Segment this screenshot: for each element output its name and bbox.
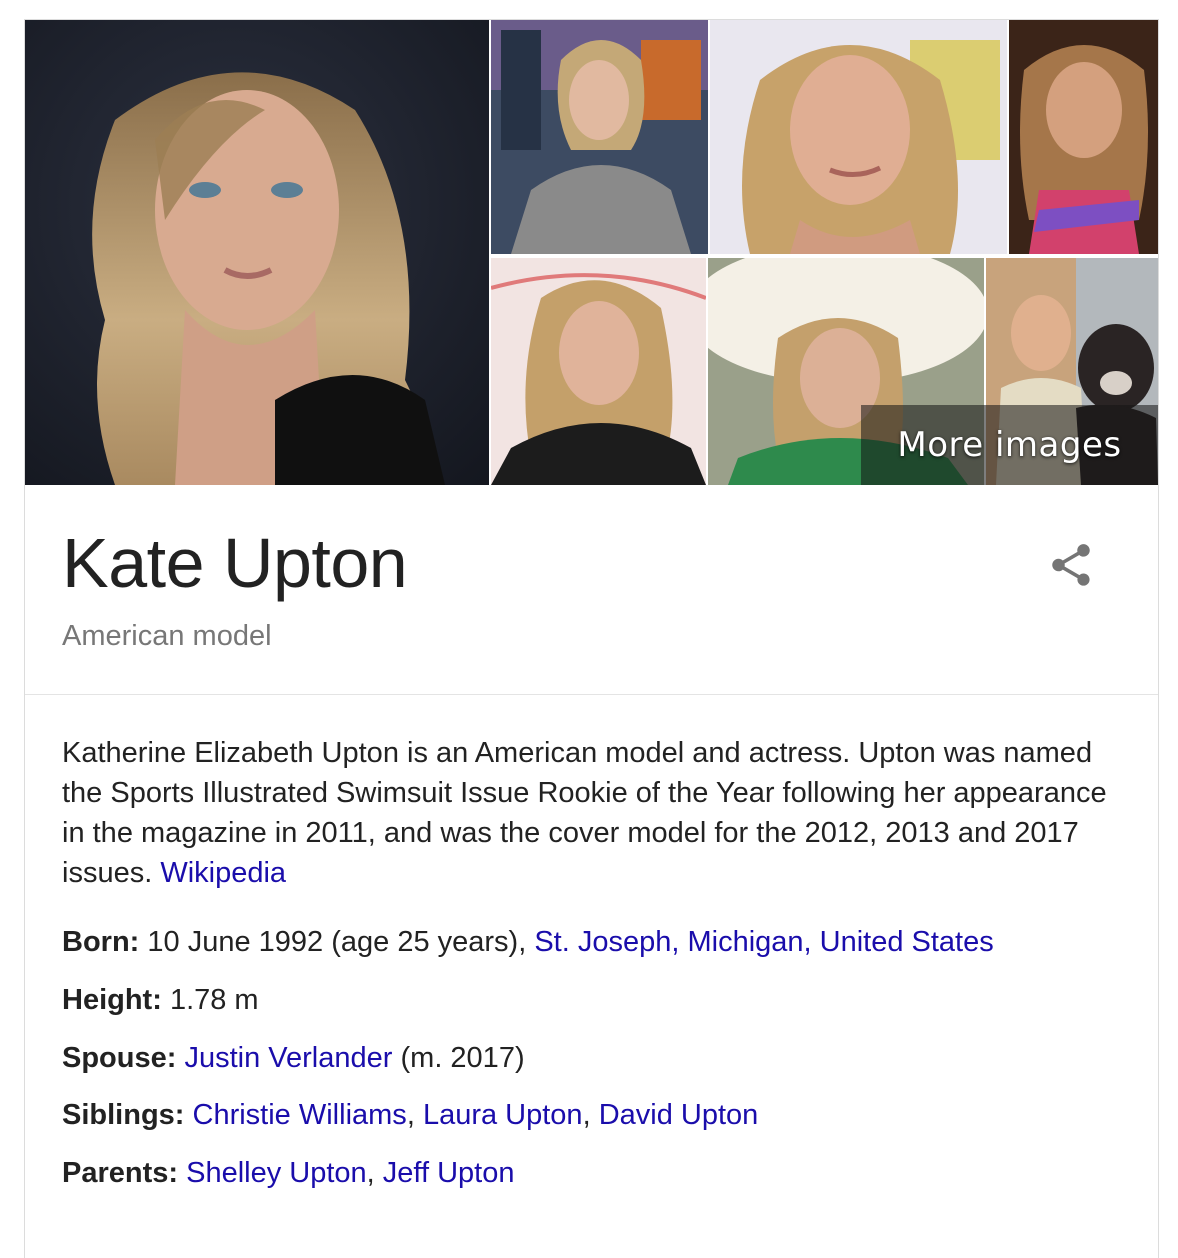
- sibling-link[interactable]: David Upton: [599, 1099, 759, 1131]
- fact-label: Spouse:: [62, 1042, 177, 1074]
- fact-label: Born:: [62, 926, 140, 958]
- share-button[interactable]: [1043, 537, 1099, 593]
- description: Katherine Elizabeth Upton is an American…: [62, 733, 1137, 893]
- fact-born: Born: 10 June 1992 (age 25 years), St. J…: [62, 924, 1152, 960]
- knowledge-panel: More images Kate Upton American model Ka…: [24, 19, 1159, 1258]
- photo-thumbnail[interactable]: [1009, 20, 1158, 254]
- more-images-label: More images: [897, 425, 1122, 465]
- photo-thumbnail[interactable]: [710, 20, 1007, 254]
- separator: ,: [582, 1099, 599, 1131]
- fact-label: Parents:: [62, 1157, 179, 1189]
- image-grid: More images: [25, 20, 1158, 485]
- fact-siblings: Siblings: Christie Williams, Laura Upton…: [62, 1097, 1152, 1133]
- sibling-link[interactable]: Christie Williams: [193, 1099, 407, 1131]
- fact-value: 10 June 1992 (age 25 years),: [147, 926, 527, 958]
- section-divider: [25, 694, 1158, 695]
- parent-link[interactable]: Jeff Upton: [383, 1157, 515, 1189]
- fact-parents: Parents: Shelley Upton, Jeff Upton: [62, 1155, 1152, 1191]
- wikipedia-link[interactable]: Wikipedia: [160, 857, 286, 889]
- fact-label: Height:: [62, 984, 162, 1016]
- fact-height: Height: 1.78 m: [62, 982, 1152, 1018]
- share-icon: [1052, 544, 1090, 586]
- spouse-link[interactable]: Justin Verlander: [184, 1042, 392, 1074]
- entity-title: Kate Upton: [62, 524, 408, 602]
- sibling-link[interactable]: Laura Upton: [423, 1099, 583, 1131]
- fact-value: (m. 2017): [400, 1042, 525, 1074]
- photo-thumbnail[interactable]: [491, 258, 706, 485]
- photo-thumbnail[interactable]: [491, 20, 708, 254]
- main-photo[interactable]: [25, 20, 489, 485]
- separator: ,: [406, 1099, 423, 1131]
- birthplace-link[interactable]: St. Joseph, Michigan, United States: [534, 926, 993, 958]
- fact-label: Siblings:: [62, 1099, 185, 1131]
- parent-link[interactable]: Shelley Upton: [186, 1157, 367, 1189]
- fact-spouse: Spouse: Justin Verlander (m. 2017): [62, 1040, 1152, 1076]
- fact-value: 1.78 m: [169, 984, 259, 1016]
- entity-subtitle: American model: [62, 620, 272, 652]
- more-images-button[interactable]: More images: [861, 405, 1158, 485]
- separator: ,: [366, 1157, 383, 1189]
